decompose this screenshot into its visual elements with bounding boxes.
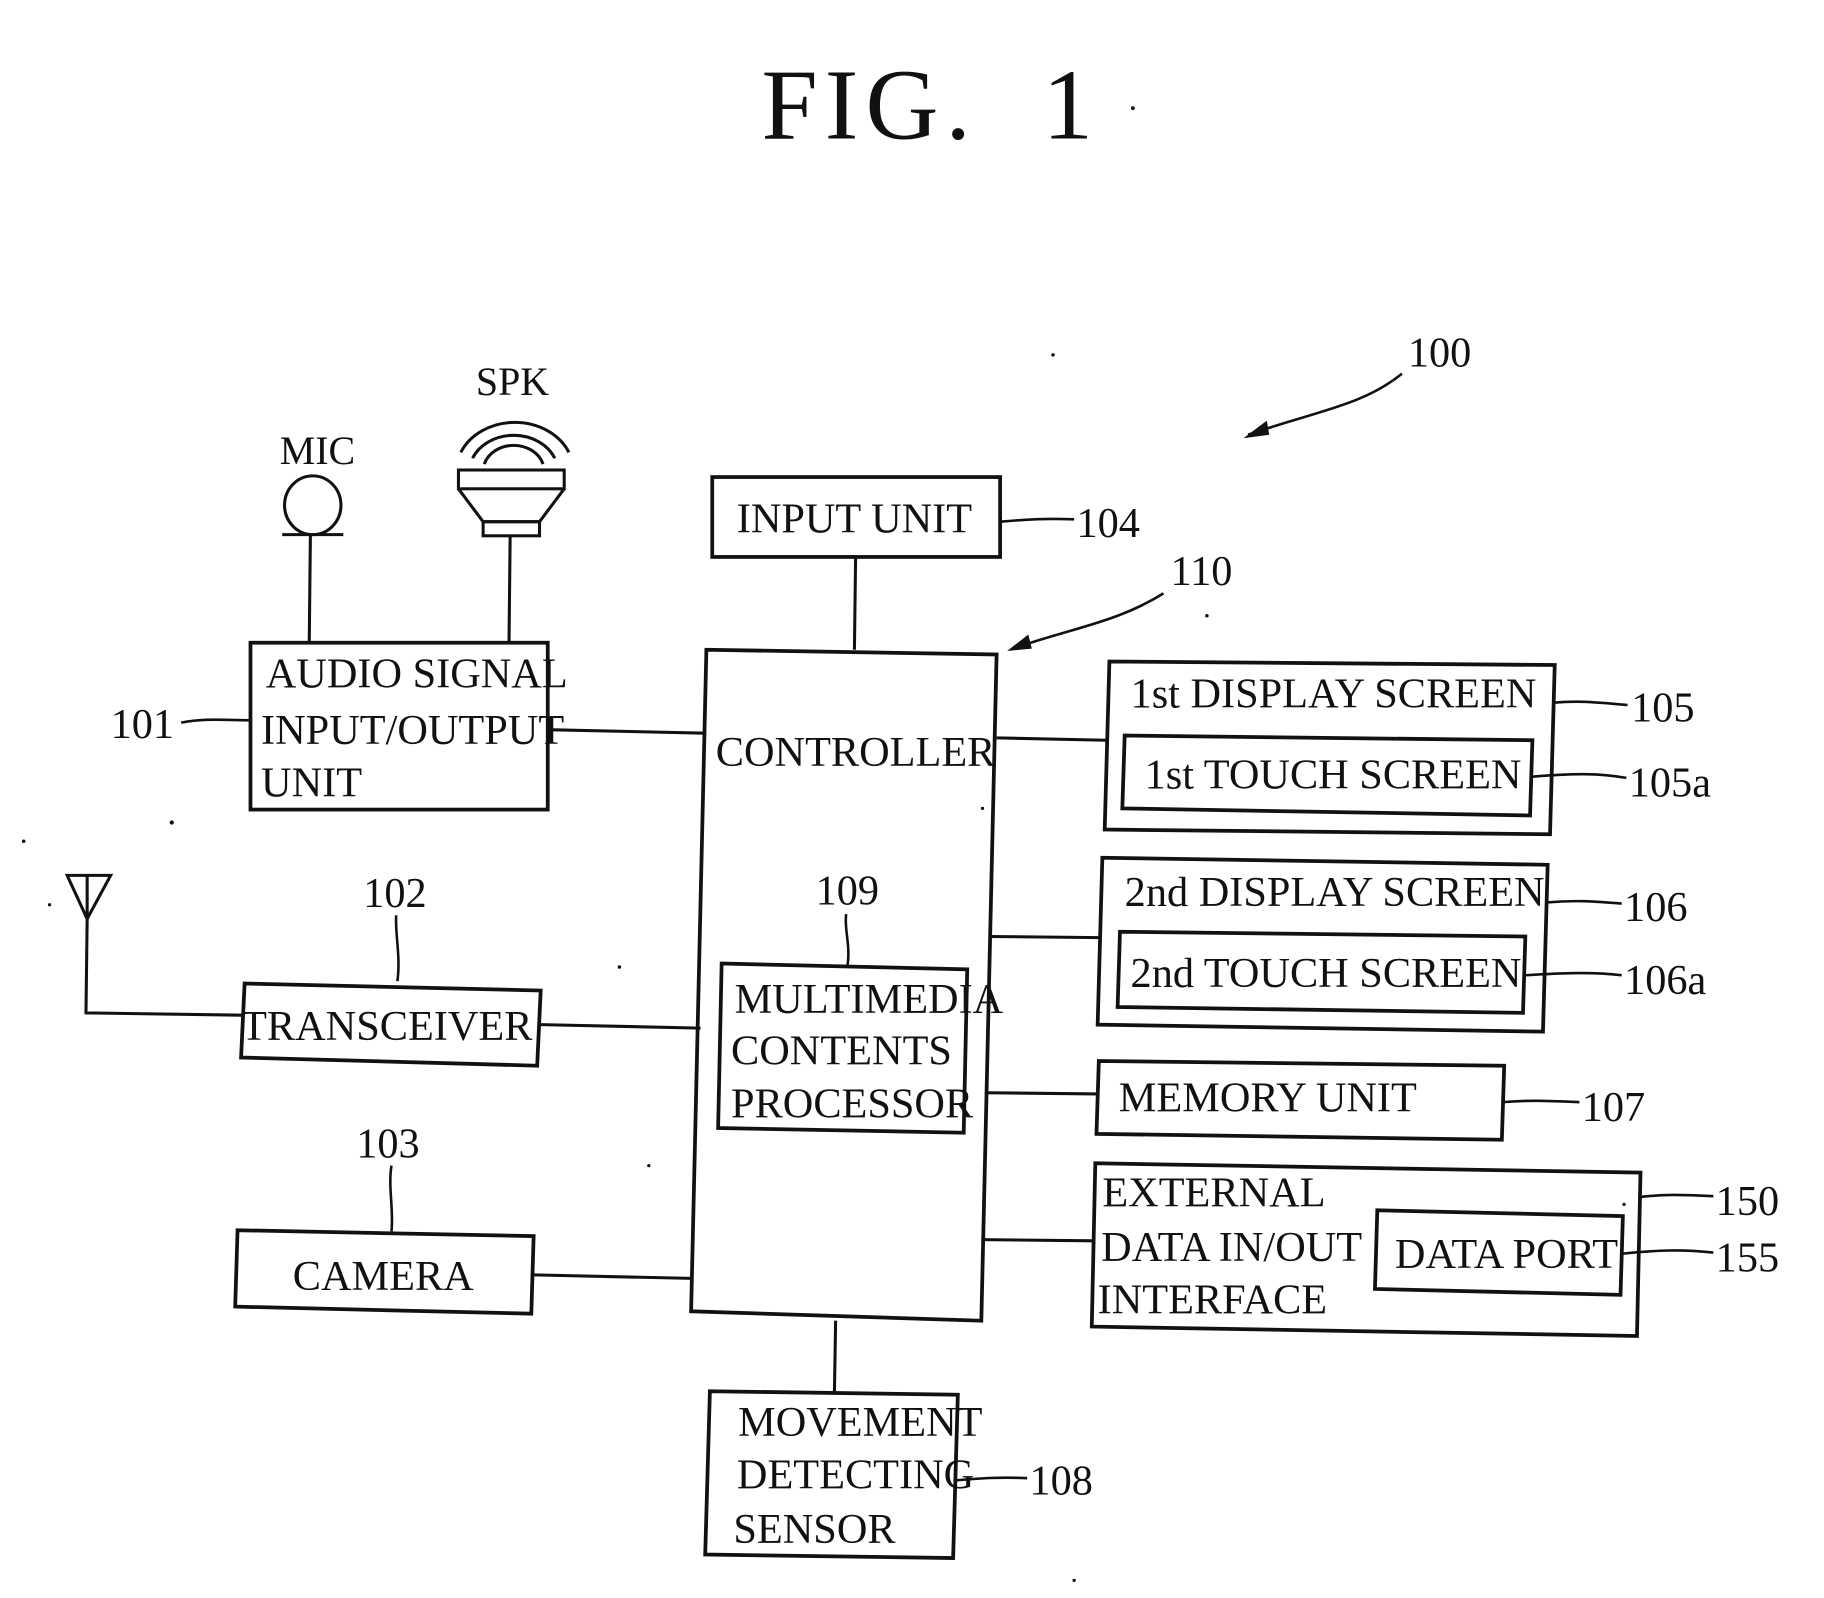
transceiver-label: TRANSCEIVER	[241, 1003, 533, 1050]
antenna-icon	[64, 873, 114, 923]
controller-sensor-connector	[832, 1320, 838, 1392]
display1-block: 1st DISPLAY SCREEN 1st TOUCH SCREEN 105 …	[1102, 659, 1711, 837]
ref-100: 100	[1408, 330, 1471, 377]
movement-line-1: MOVEMENT	[738, 1399, 983, 1446]
mic-label: MIC	[280, 428, 355, 473]
ref-102: 102	[363, 870, 426, 917]
display2-block: 2nd DISPLAY SCREEN 2nd TOUCH SCREEN 106 …	[1095, 855, 1706, 1034]
input-unit-block: INPUT UNIT 104	[710, 475, 1140, 559]
display2-label: 2nd DISPLAY SCREEN	[1125, 869, 1545, 916]
ref-106a: 106a	[1624, 957, 1706, 1004]
audio-line-2: INPUT/OUTPUT	[261, 707, 564, 754]
transceiver-controller-connector	[540, 1023, 701, 1030]
ref-101: 101	[111, 701, 174, 748]
external-interface-block: EXTERNAL DATA IN/OUT INTERFACE DATA PORT…	[1089, 1161, 1779, 1338]
ref-100-leader	[1247, 372, 1403, 436]
ref-105: 105	[1631, 684, 1694, 731]
movement-sensor-block: MOVEMENT DETECTING SENSOR 108	[703, 1389, 1093, 1560]
movement-line-3: SENSOR	[733, 1506, 896, 1553]
microphone: MIC	[280, 428, 355, 644]
controller-external-connector	[981, 1238, 1093, 1243]
ref-107-leader	[1502, 1099, 1580, 1104]
ref-106: 106	[1624, 884, 1687, 931]
ref-101-leader	[180, 718, 251, 724]
controller-memory-connector	[984, 1091, 1097, 1096]
speaker-icon	[456, 420, 571, 538]
ref-102-leader	[394, 915, 400, 982]
ref-103-leader	[389, 1165, 394, 1232]
display1-label: 1st DISPLAY SCREEN	[1131, 670, 1537, 717]
multimedia-line-3: PROCESSOR	[731, 1080, 974, 1127]
data-port-label: DATA PORT	[1395, 1231, 1618, 1278]
ref-106-leader	[1546, 899, 1622, 905]
antenna	[64, 873, 243, 1017]
microphone-icon	[283, 474, 343, 537]
ref-104-leader	[1000, 517, 1075, 523]
ref-105a: 105a	[1629, 760, 1711, 807]
camera-label: CAMERA	[293, 1253, 474, 1300]
touch1-label: 1st TOUCH SCREEN	[1145, 751, 1522, 798]
camera-controller-connector	[533, 1273, 692, 1280]
ref-104: 104	[1076, 500, 1139, 547]
external-line-2: DATA IN/OUT	[1101, 1224, 1362, 1271]
audio-controller-connector	[547, 728, 706, 735]
ref-109: 109	[816, 868, 879, 915]
controller-display1-connector	[996, 736, 1108, 742]
memory-unit-label: MEMORY UNIT	[1119, 1075, 1417, 1122]
camera-block: 103 CAMERA	[233, 1120, 536, 1316]
spk-connector	[507, 535, 512, 647]
controller-label: CONTROLLER	[716, 729, 996, 776]
multimedia-line-1: MULTIMEDIA	[735, 976, 1004, 1023]
ref-110: 110	[1170, 548, 1232, 595]
figure-title: FIG. 1	[762, 49, 1100, 161]
input-unit-label: INPUT UNIT	[737, 495, 973, 542]
block-diagram: FIG. 1 100 MIC SPK AUDIO SIGNAL INPUT/OU…	[21, 49, 1779, 1583]
memory-unit-block: MEMORY UNIT 107	[1094, 1059, 1645, 1142]
external-line-3: INTERFACE	[1098, 1277, 1327, 1324]
multimedia-line-2: CONTENTS	[731, 1028, 952, 1075]
ref-107: 107	[1582, 1084, 1645, 1131]
speaker: SPK	[456, 359, 571, 647]
arrowhead-icon	[1007, 634, 1032, 651]
movement-line-2: DETECTING	[737, 1452, 974, 1499]
audio-line-3: UNIT	[261, 760, 362, 807]
spk-label: SPK	[476, 359, 549, 404]
ref-155: 155	[1716, 1234, 1779, 1281]
arrowhead-icon	[1243, 420, 1270, 439]
ref-106a-leader	[1525, 971, 1622, 977]
ref-150-leader	[1637, 1193, 1714, 1199]
transceiver-block: 102 TRANSCEIVER	[239, 870, 543, 1068]
external-line-1: EXTERNAL	[1102, 1170, 1325, 1217]
mic-connector	[307, 534, 312, 644]
device-reference: 100	[1243, 330, 1471, 439]
input-controller-connector	[852, 556, 858, 650]
audio-io-unit-block: AUDIO SIGNAL INPUT/OUTPUT UNIT 101	[111, 640, 568, 812]
ref-105-leader	[1553, 700, 1628, 707]
ref-108: 108	[1029, 1458, 1092, 1505]
audio-line-1: AUDIO SIGNAL	[266, 650, 568, 697]
ref-110-leader	[1012, 592, 1165, 650]
ref-103: 103	[356, 1120, 419, 1167]
antenna-connector	[84, 918, 243, 1017]
controller-display2-connector	[989, 934, 1101, 940]
ref-150: 150	[1716, 1178, 1779, 1225]
touch2-label: 2nd TOUCH SCREEN	[1131, 950, 1522, 997]
